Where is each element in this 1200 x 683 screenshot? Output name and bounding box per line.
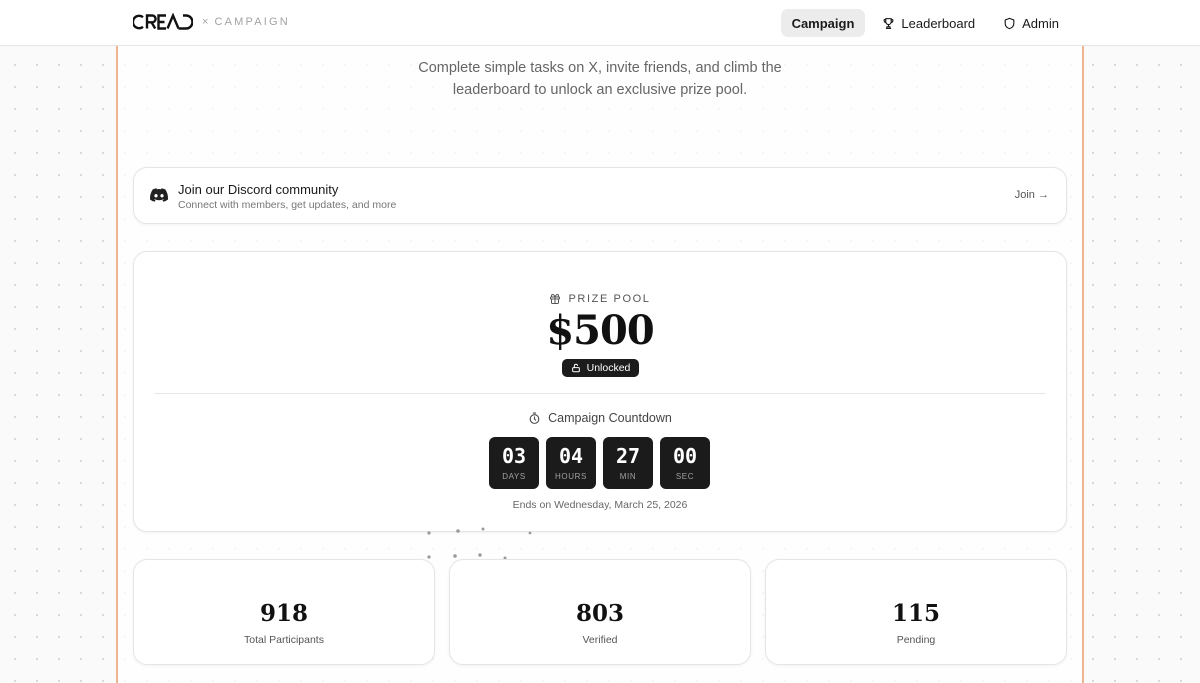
hero-line-1: Complete simple tasks on X, invite frien… <box>418 60 782 76</box>
discord-join-link[interactable]: Join → <box>1015 189 1049 201</box>
countdown-days: 03 DAYS <box>489 437 539 489</box>
main-nav: Campaign Leaderboard Admin <box>780 9 1070 37</box>
nav-leaderboard[interactable]: Leaderboard <box>871 9 986 37</box>
countdown-minutes: 27 MIN <box>603 437 653 489</box>
countdown-days-value: 03 <box>501 444 527 468</box>
nav-admin-label: Admin <box>1022 15 1059 31</box>
stat-total-participants: 918 Total Participants <box>133 559 435 665</box>
creao-logo <box>133 13 193 30</box>
countdown-header: Campaign Countdown <box>134 411 1066 425</box>
countdown-minutes-value: 27 <box>615 444 641 468</box>
countdown-title: Campaign Countdown <box>548 411 672 425</box>
countdown-hours-unit: HOURS <box>555 472 587 481</box>
brand-subtitle: CAMPAIGN <box>214 16 290 28</box>
nav-campaign-label: Campaign <box>791 15 855 31</box>
nav-admin[interactable]: Admin <box>992 9 1070 37</box>
shield-icon <box>1004 17 1015 29</box>
countdown-days-unit: DAYS <box>502 472 526 481</box>
discord-title: Join our Discord community <box>178 182 339 197</box>
countdown-minutes-unit: MIN <box>619 472 637 481</box>
countdown-timer: 03 DAYS 04 HOURS 27 MIN 00 SEC <box>489 437 710 489</box>
top-header: × CAMPAIGN Campaign Leaderboard Admin <box>0 0 1200 46</box>
stat-verified: 803 Verified <box>449 559 751 665</box>
stat-pending-value: 115 <box>891 600 940 627</box>
nav-campaign[interactable]: Campaign <box>780 9 866 37</box>
divider <box>154 393 1046 394</box>
unlocked-badge: Unlocked <box>562 359 639 377</box>
stopwatch-icon <box>529 412 540 424</box>
stat-pending: 115 Pending <box>765 559 1067 665</box>
countdown-seconds: 00 SEC <box>660 437 710 489</box>
prize-pool-label: PRIZE POOL <box>568 293 651 305</box>
brand-separator: × <box>202 16 209 28</box>
prize-pool-card: PRIZE POOL $500 Unlocked Campaign Countd… <box>133 251 1067 532</box>
discord-subtitle: Connect with members, get updates, and m… <box>178 199 397 211</box>
nav-leaderboard-label: Leaderboard <box>901 15 976 31</box>
prize-amount: $500 <box>546 307 654 354</box>
unlocked-label: Unlocked <box>586 362 631 374</box>
hero-line-2: leaderboard to unlock an exclusive prize… <box>452 82 748 98</box>
discord-icon <box>150 188 168 202</box>
hero-description: Complete simple tasks on X, invite frien… <box>350 57 850 101</box>
stat-total-participants-label: Total Participants <box>244 634 324 646</box>
unlock-icon <box>571 363 580 373</box>
trophy-icon <box>884 17 894 29</box>
stat-total-participants-value: 918 <box>259 600 308 627</box>
discord-banner[interactable]: Join our Discord community Connect with … <box>133 167 1067 224</box>
stat-verified-label: Verified <box>582 634 618 646</box>
prize-pool-header: PRIZE POOL <box>134 293 1066 305</box>
countdown-end-date: Ends on Wednesday, March 25, 2026 <box>512 499 688 511</box>
right-accent-line <box>1082 0 1084 683</box>
countdown-hours-value: 04 <box>558 444 584 468</box>
stat-pending-label: Pending <box>896 634 936 646</box>
countdown-seconds-unit: SEC <box>675 472 695 481</box>
countdown-hours: 04 HOURS <box>546 437 596 489</box>
stat-verified-value: 803 <box>575 600 624 627</box>
gift-icon <box>550 294 561 304</box>
brand[interactable]: × CAMPAIGN <box>133 13 290 31</box>
countdown-seconds-value: 00 <box>672 444 698 468</box>
